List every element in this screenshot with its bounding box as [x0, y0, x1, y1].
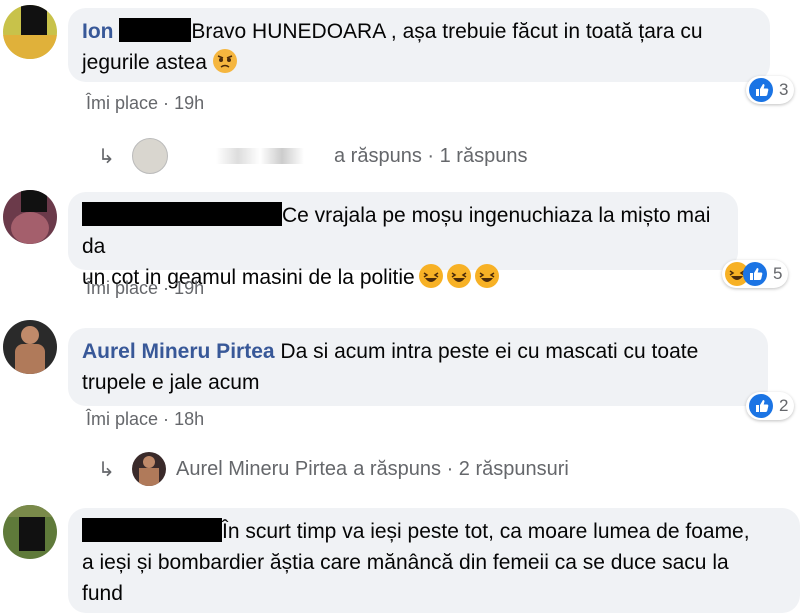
reply-summary[interactable]: a răspuns · 2 răspunsuri: [353, 458, 569, 481]
comment-bubble: Ion Bravo HUNEDOARA , așa trebuie făcut …: [68, 8, 770, 82]
like-icon: [743, 262, 767, 286]
comment-meta: Îmi place · 19h: [86, 278, 204, 299]
separator: ·: [163, 93, 170, 113]
reply-arrow-icon: ↳: [98, 458, 115, 481]
reaction-count: 2: [779, 396, 789, 415]
avatar[interactable]: [3, 5, 57, 59]
comment-text-line: jegurile astea: [82, 51, 207, 74]
avatar[interactable]: [3, 190, 57, 244]
comment-text-line: Bravo HUNEDOARA , așa trebuie făcut in t…: [191, 20, 703, 43]
reply-avatar: [132, 138, 168, 174]
comment-text-line: Da si acum intra peste ei cu mascati cu …: [280, 340, 699, 363]
reaction-count: 5: [773, 264, 783, 283]
reply-author[interactable]: Aurel Mineru Pirtea: [176, 458, 347, 481]
redacted-name-block: [82, 518, 222, 542]
comment-text-line: În scurt timp va ieși peste tot, ca moar…: [222, 520, 750, 543]
comment-text-line: a ieși și bombardier ăștia care mănâncă …: [82, 551, 729, 574]
avatar[interactable]: [3, 320, 57, 374]
timestamp[interactable]: 19h: [174, 93, 204, 113]
separator: ·: [163, 278, 170, 298]
redacted-name-block: [119, 18, 192, 42]
comment-bubble: Ce vrajala pe moșu ingenuchiaza la mișto…: [68, 192, 738, 289]
comment-meta: Îmi place · 18h: [86, 409, 204, 430]
comment-text-line: fund: [82, 582, 123, 605]
like-icon: [749, 78, 773, 102]
angry-emoji-icon: [212, 49, 237, 73]
separator: ·: [163, 409, 170, 429]
reply-avatar: [132, 452, 166, 486]
comment-bubble: Aurel Mineru Pirtea Da si acum intra pes…: [68, 328, 768, 406]
blurred-reply-author: [216, 148, 326, 164]
timestamp[interactable]: 18h: [174, 409, 204, 429]
replies-row[interactable]: ↳ a răspuns · 1 răspuns: [98, 138, 527, 174]
laughing-emoji-icon: [446, 264, 471, 288]
comment-text-line: trupele e jale acum: [82, 371, 260, 394]
redacted-name-block: [82, 202, 282, 226]
reaction-count: 3: [779, 80, 789, 99]
reaction-summary[interactable]: 3: [746, 76, 795, 104]
like-link[interactable]: Îmi place: [86, 93, 158, 113]
like-link[interactable]: Îmi place: [86, 409, 158, 429]
avatar[interactable]: [3, 505, 57, 559]
comment-meta: Îmi place · 19h: [86, 93, 204, 114]
laughing-emoji-icon: [418, 264, 443, 288]
timestamp[interactable]: 19h: [174, 278, 204, 298]
reaction-summary[interactable]: 2: [746, 392, 795, 420]
reaction-summary[interactable]: 5: [722, 260, 789, 288]
comment-author[interactable]: Aurel Mineru Pirtea: [82, 340, 275, 363]
like-link[interactable]: Îmi place: [86, 278, 158, 298]
reply-arrow-icon: ↳: [98, 145, 115, 168]
comment-author[interactable]: Ion: [82, 20, 114, 43]
like-icon: [749, 394, 773, 418]
reply-summary[interactable]: a răspuns · 1 răspuns: [334, 145, 527, 168]
comment-bubble: În scurt timp va ieși peste tot, ca moar…: [68, 508, 800, 613]
laughing-emoji-icon: [474, 264, 499, 288]
replies-row[interactable]: ↳ Aurel Mineru Pirtea a răspuns · 2 răsp…: [98, 452, 569, 486]
